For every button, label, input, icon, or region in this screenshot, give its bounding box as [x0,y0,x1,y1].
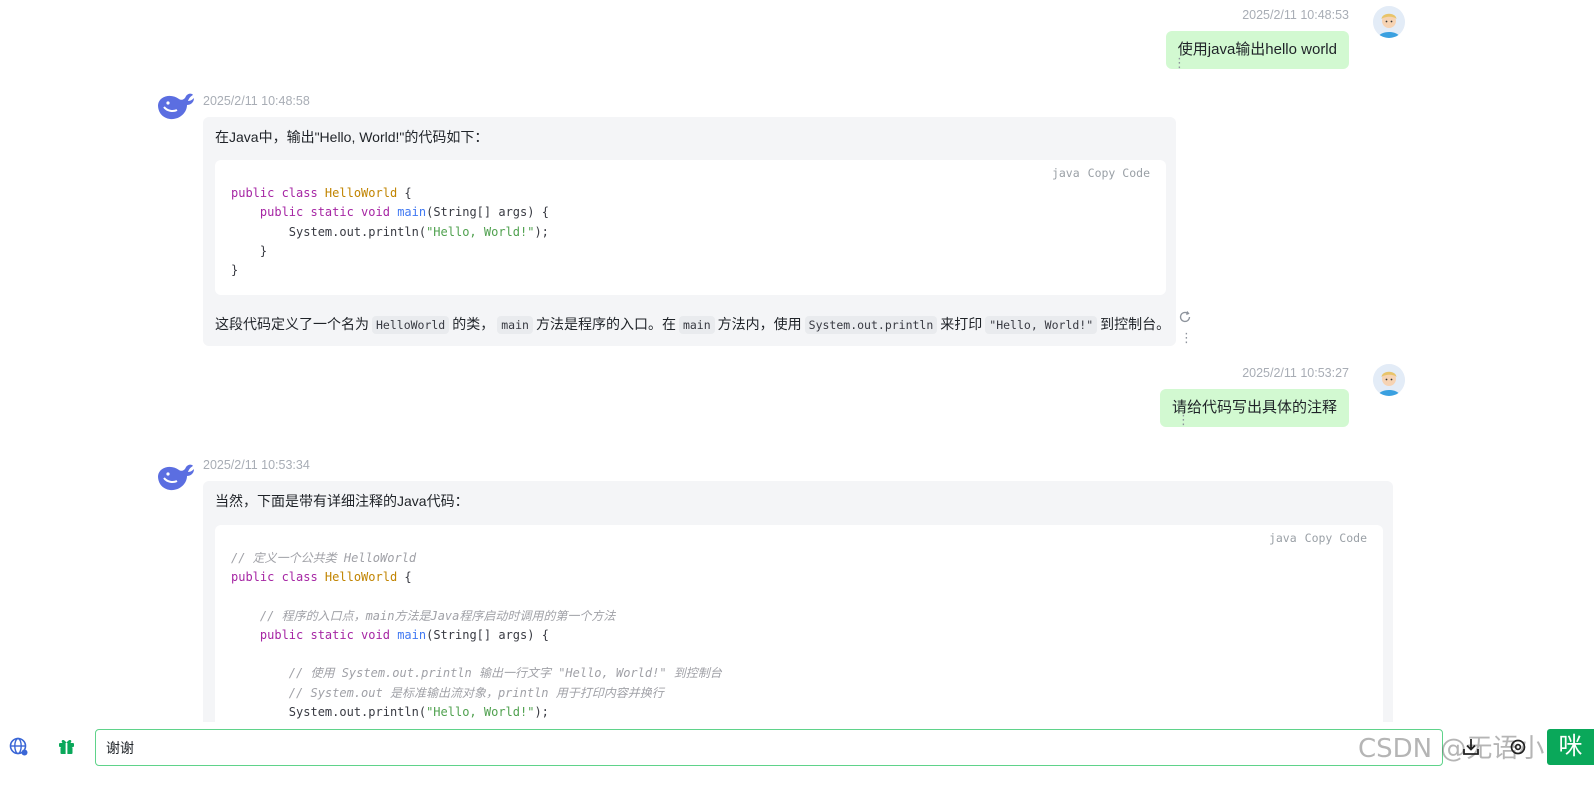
assistant-avatar [155,458,195,498]
regenerate-icon[interactable] [1178,310,1192,324]
code-block: java Copy Code // 定义一个公共类 HelloWorld publ… [215,525,1383,722]
inline-code: main [678,316,715,334]
code-line: System.out.println("Hello, World!"); [231,705,549,719]
user-message-text: 使用java输出hello world [1177,41,1337,58]
inline-code: "Hello, World!" [985,316,1098,334]
message-timestamp: 2025/2/11 10:48:53 [1242,8,1349,22]
assistant-intro-text: 当然，下面是带有详细注释的Java代码： [215,493,469,509]
user-avatar-icon [1373,364,1405,396]
download-icon[interactable] [1460,736,1482,758]
assistant-message-bubble: 当然，下面是带有详细注释的Java代码： java Copy Code // 定义… [203,481,1393,722]
code-line: public static void main(String[] args) { [259,205,549,219]
assistant-avatar [155,87,195,127]
code-line: public static void main(String[] args) { [259,628,549,642]
user-avatar-icon [1373,6,1405,38]
code-block: java Copy Code public class HelloWorld { … [215,160,1166,295]
message-input-container[interactable] [95,729,1443,766]
code-language-label: java [1051,166,1080,180]
more-options-icon[interactable]: ⋮ [1177,413,1190,427]
message-input[interactable] [96,730,1442,765]
code-line: public class HelloWorld { [231,186,412,200]
code-line: // 定义一个公共类 HelloWorld [231,551,417,565]
user-message-text: 请给代码写出具体的注释 [1171,399,1337,416]
code-line: System.out.println("Hello, World!"); [231,225,549,239]
chat-area: 2025/2/11 10:48:53 使用java输出hello world ⋮… [0,0,1594,722]
send-button[interactable]: 咪 [1547,729,1594,765]
code-line: } [231,263,239,277]
more-options-icon[interactable]: ⋮ [1180,331,1193,345]
code-line: // System.out 是标准输出流对象，println 用于打印内容并换行 [231,686,664,700]
user-avatar[interactable] [1373,364,1405,396]
user-message-bubble[interactable]: 使用java输出hello world [1165,31,1349,69]
settings-icon[interactable] [1507,736,1529,758]
code-line: public class HelloWorld { [231,570,412,584]
code-line: // 使用 System.out.println 输出一行文字 "Hello, … [231,666,722,680]
deepseek-whale-icon [158,93,194,120]
assistant-explanation-text: 这段代码定义了一个名为 HelloWorld 的类， main 方法是程序的入口。在 ma… [215,316,1171,334]
deepseek-whale-icon [158,464,194,491]
code-toolbar: java Copy Code [1261,531,1367,545]
gift-icon[interactable] [56,735,78,757]
copy-code-button[interactable]: Copy Code [1088,166,1150,180]
globe-icon[interactable] [8,736,30,758]
inline-code: HelloWorld [372,316,450,334]
assistant-message-bubble: 在Java中，输出"Hello, World!"的代码如下： java Copy … [203,117,1176,346]
code-line: // 程序的入口点，main方法是Java程序启动时调用的第一个方法 [231,609,616,623]
more-options-icon[interactable]: ⋮ [1173,56,1186,70]
assistant-intro-text: 在Java中，输出"Hello, World!"的代码如下： [215,129,489,145]
inline-code: System.out.println [804,316,938,334]
message-timestamp: 2025/2/11 10:53:27 [1242,366,1349,380]
message-timestamp: 2025/2/11 10:48:58 [203,94,310,108]
user-avatar[interactable] [1373,6,1405,38]
input-bar: CSDN @无语小 咪 [0,722,1594,787]
message-timestamp: 2025/2/11 10:53:34 [203,458,310,472]
inline-code: main [497,316,533,334]
code-toolbar: java Copy Code [1044,166,1150,180]
copy-code-button[interactable]: Copy Code [1305,531,1367,545]
code-line: } [231,244,268,258]
code-language-label: java [1268,531,1297,545]
